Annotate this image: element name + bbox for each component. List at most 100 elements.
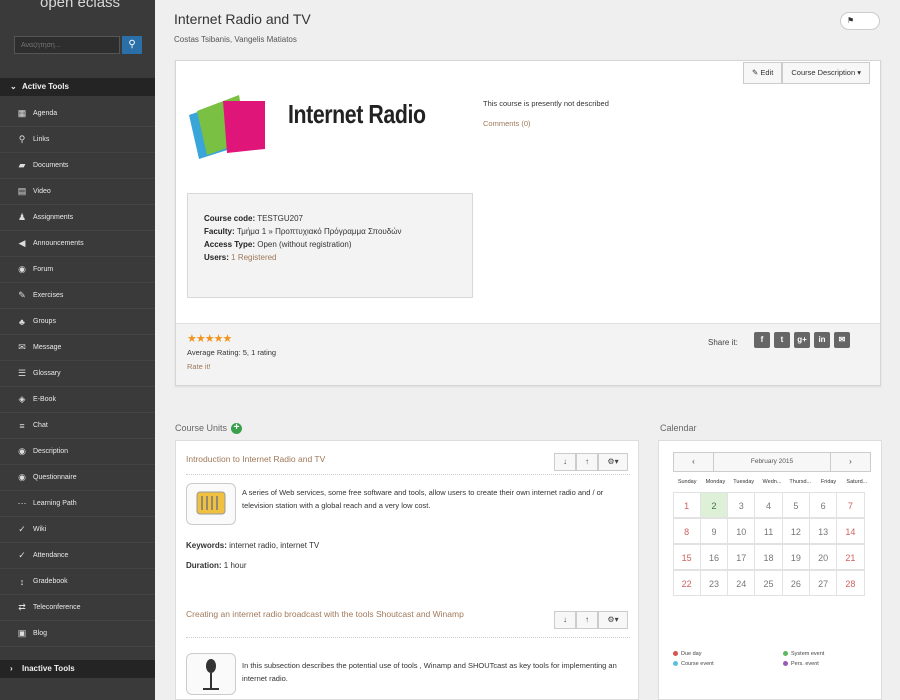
calendar-day[interactable]: 6 xyxy=(808,491,838,518)
calendar-panel: ‹ February 2015 › Sunday Monday Tuesday Wed… xyxy=(658,440,882,700)
unit-title-link[interactable]: Creating an internet radio broadcast wit… xyxy=(186,609,536,620)
twitter-icon[interactable]: t xyxy=(774,332,790,348)
info-icon: ◉ xyxy=(18,446,26,456)
calendar-day[interactable]: 21 xyxy=(836,543,865,570)
active-tools-label: Active Tools xyxy=(22,82,69,91)
folder-icon: ▰ xyxy=(18,160,26,170)
comments-icon: ◉ xyxy=(18,264,26,274)
sidebar-item-attendance[interactable]: ✓ Attendance xyxy=(0,543,155,569)
exchange-icon: ⇄ xyxy=(18,602,26,612)
previous-month-button[interactable]: ‹ xyxy=(674,453,714,471)
bullhorn-icon: ◀ xyxy=(18,238,26,248)
unit-settings-icon[interactable]: ⚙▾ xyxy=(598,611,628,629)
move-up-icon[interactable]: ↑ xyxy=(576,453,598,471)
rate-it-link[interactable]: Rate it! xyxy=(187,362,211,371)
google-plus-icon[interactable]: g+ xyxy=(794,332,810,348)
add-unit-icon[interactable]: + xyxy=(231,423,243,435)
search-button[interactable]: ⚲ xyxy=(122,36,142,54)
calendar-day[interactable]: 26 xyxy=(781,569,810,596)
sidebar-item-forum[interactable]: ◉ Forum xyxy=(0,257,155,283)
sidebar-item-message[interactable]: ✉ Message xyxy=(0,335,155,361)
calendar-day[interactable]: 13 xyxy=(808,517,838,544)
weekday-label: Thursd... xyxy=(789,479,812,485)
calendar-day[interactable]: 12 xyxy=(781,517,810,544)
flask-icon: ♟ xyxy=(17,212,27,222)
edit-button[interactable]: ✎ Edit xyxy=(743,62,783,84)
share-icons: f t g+ in ✉ xyxy=(754,332,850,348)
sidebar-item-exercises[interactable]: ✎ Exercises xyxy=(0,283,155,309)
calendar-day[interactable]: 3 xyxy=(727,491,756,518)
rating-share-bar: ★★★★★ Average Rating: 5, 1 rating Rate i… xyxy=(176,323,880,385)
calendar-day[interactable]: 8 xyxy=(672,517,701,544)
weekday-label: Friday xyxy=(820,479,837,485)
calendar-day[interactable]: 20 xyxy=(808,543,838,570)
notifications-toggle[interactable]: ⚑ xyxy=(840,12,880,30)
sidebar-item-agenda[interactable]: ▦ Agenda xyxy=(0,101,155,127)
sidebar-item-learning-path[interactable]: ⋯ Learning Path xyxy=(0,491,155,517)
linkedin-icon[interactable]: in xyxy=(814,332,830,348)
sidebar-item-label: Glossary xyxy=(33,370,61,377)
move-up-icon[interactable]: ↑ xyxy=(576,611,598,629)
move-down-icon[interactable]: ↓ xyxy=(554,611,576,629)
calendar-day[interactable]: 9 xyxy=(699,517,729,544)
sidebar-item-chat[interactable]: ≡ Chat xyxy=(0,413,155,439)
sidebar-item-blog[interactable]: ▣ Blog xyxy=(0,621,155,647)
sidebar-item-label: Documents xyxy=(33,162,69,169)
sidebar-item-teleconference[interactable]: ⇄ Teleconference xyxy=(0,595,155,621)
rating-stars[interactable]: ★★★★★ xyxy=(187,332,232,345)
sidebar-item-questionnaire[interactable]: ◉ Questionnaire xyxy=(0,465,155,491)
course-description-button[interactable]: Course Description ▾ xyxy=(782,62,870,84)
calendar-day[interactable]: 19 xyxy=(781,543,810,570)
keywords-value: internet radio, internet TV xyxy=(229,541,320,550)
calendar-day[interactable]: 16 xyxy=(699,543,729,570)
unit-title-link[interactable]: Introduction to Internet Radio and TV xyxy=(186,454,325,464)
calendar-day[interactable]: 25 xyxy=(754,569,783,596)
calendar-day[interactable]: 23 xyxy=(699,569,729,596)
sidebar-item-label: Message xyxy=(33,344,62,351)
sidebar-item-groups[interactable]: ♣ Groups xyxy=(0,309,155,335)
sidebar-item-announcements[interactable]: ◀ Announcements xyxy=(0,231,155,257)
calendar-day[interactable]: 1 xyxy=(672,491,701,518)
calendar-day[interactable]: 11 xyxy=(754,517,783,544)
search-input[interactable] xyxy=(14,36,120,54)
calendar-day[interactable]: 27 xyxy=(808,569,838,596)
sidebar-item-links[interactable]: ⚲ Links xyxy=(0,127,155,153)
sidebar-item-e-book[interactable]: ◈ E-Book xyxy=(0,387,155,413)
move-down-icon[interactable]: ↓ xyxy=(554,453,576,471)
chevron-right-icon: › xyxy=(849,457,852,466)
next-month-button[interactable]: › xyxy=(830,453,870,471)
inactive-tools-header[interactable]: › Inactive Tools xyxy=(0,660,155,678)
calendar-heading: Calendar xyxy=(660,423,697,433)
radio-device-icon xyxy=(186,483,236,525)
sidebar-item-video[interactable]: ▤ Video xyxy=(0,179,155,205)
sidebar-item-description[interactable]: ◉ Description xyxy=(0,439,155,465)
sidebar-item-gradebook[interactable]: ↕ Gradebook xyxy=(0,569,155,595)
weekday-label: Wedn... xyxy=(762,479,782,485)
app-logo[interactable]: open eclass xyxy=(40,0,120,11)
calendar-weekdays: Sunday Monday Tuesday Wedn... Thursd... Frida… xyxy=(673,479,871,485)
duration-label: Duration: xyxy=(186,561,222,570)
calendar-day[interactable]: 5 xyxy=(781,491,810,518)
calendar-day[interactable]: 24 xyxy=(727,569,756,596)
calendar-day[interactable]: 14 xyxy=(836,517,865,544)
calendar-day[interactable]: 18 xyxy=(754,543,783,570)
calendar-day[interactable]: 28 xyxy=(836,569,865,596)
sidebar-item-documents[interactable]: ▰ Documents xyxy=(0,153,155,179)
calendar-day[interactable]: 4 xyxy=(754,491,783,518)
unit-settings-icon[interactable]: ⚙▾ xyxy=(598,453,628,471)
calendar-day[interactable]: 17 xyxy=(727,543,756,570)
sidebar-item-wiki[interactable]: ✓ Wiki xyxy=(0,517,155,543)
calendar-day[interactable]: 10 xyxy=(727,517,756,544)
users-value-link[interactable]: 1 Registered xyxy=(231,253,276,262)
sidebar-item-glossary[interactable]: ☰ Glossary xyxy=(0,361,155,387)
calendar-day[interactable]: 7 xyxy=(836,491,865,518)
calendar-day[interactable]: 22 xyxy=(672,569,701,596)
facebook-icon[interactable]: f xyxy=(754,332,770,348)
calendar-day[interactable]: 15 xyxy=(672,543,701,570)
comments-link[interactable]: Comments (0) xyxy=(483,119,531,128)
email-icon[interactable]: ✉ xyxy=(834,332,850,348)
legend-item: Course event xyxy=(673,661,714,667)
sidebar-item-assignments[interactable]: ♟ Assignments xyxy=(0,205,155,231)
active-tools-header[interactable]: ⌄ Active Tools xyxy=(0,78,155,96)
calendar-day[interactable]: 2 xyxy=(699,491,729,518)
